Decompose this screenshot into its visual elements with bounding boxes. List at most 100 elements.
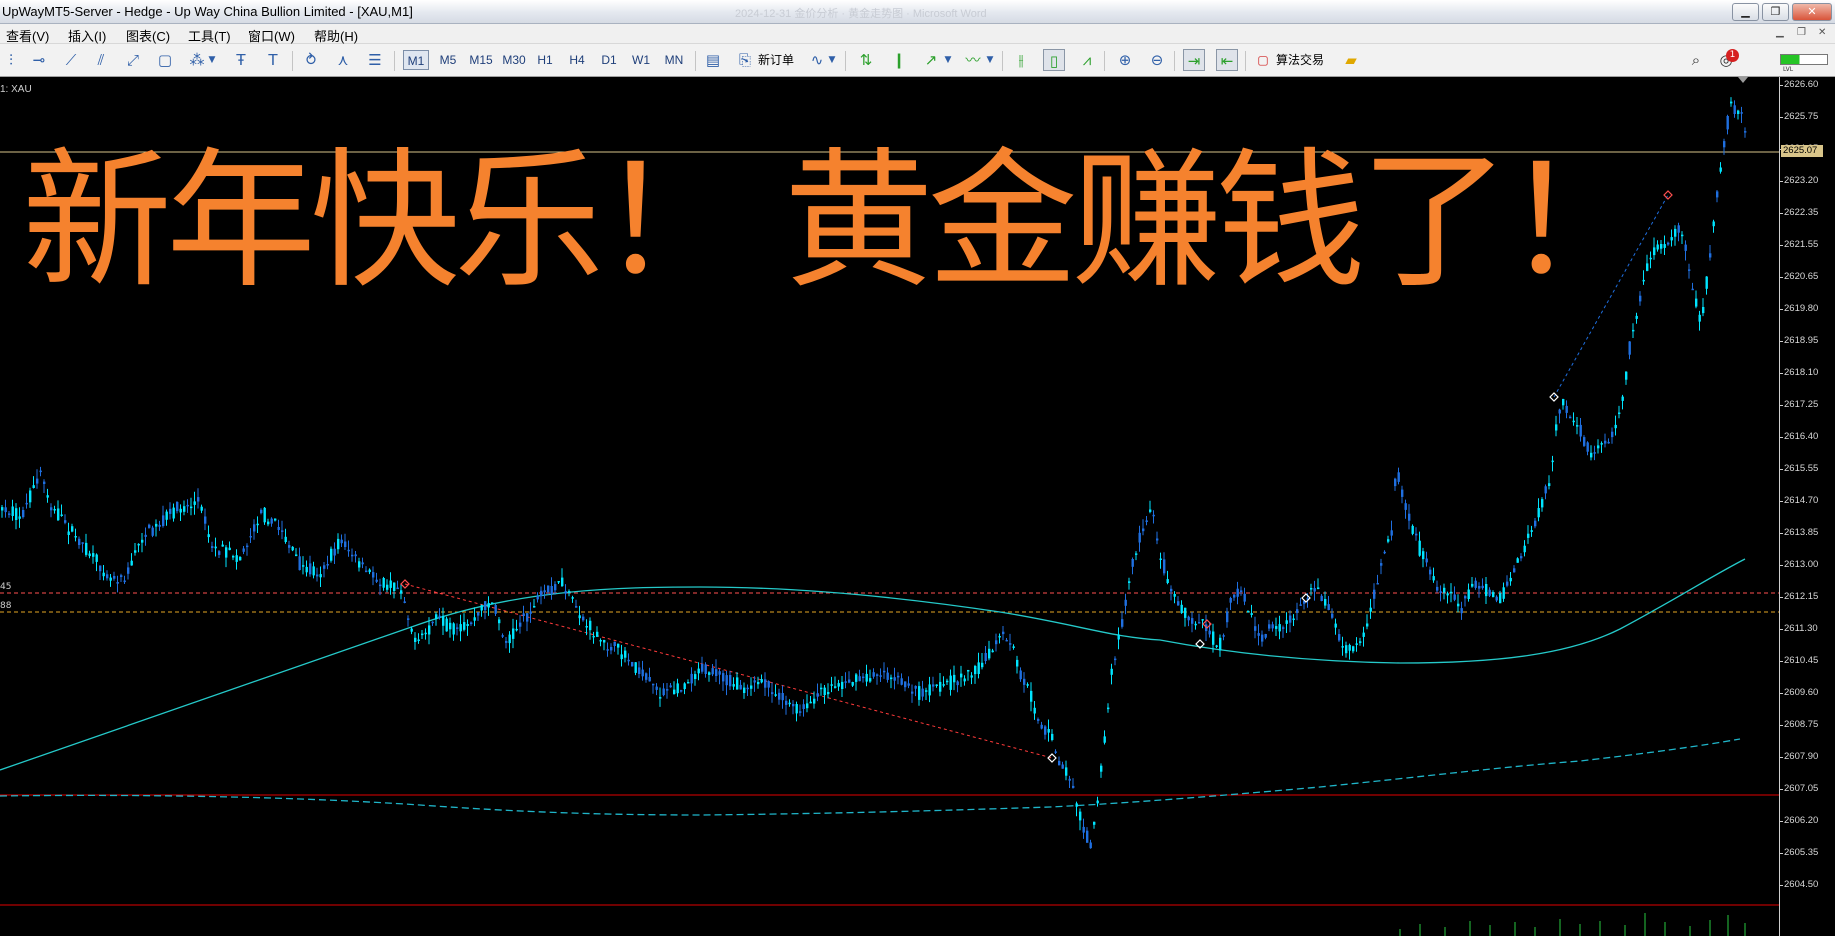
trend-line-icon[interactable]: ⟋ bbox=[60, 49, 82, 71]
candle-body bbox=[767, 681, 770, 688]
candle-body bbox=[99, 565, 102, 572]
candle-body bbox=[1621, 396, 1624, 401]
timeframe-m30[interactable]: M30 bbox=[499, 50, 529, 70]
text-icon[interactable]: Ŧ bbox=[230, 49, 252, 71]
candle-body bbox=[1516, 558, 1519, 563]
candles-icon[interactable]: ❙ bbox=[888, 49, 910, 71]
candle-body bbox=[1117, 634, 1120, 640]
candle-body bbox=[697, 668, 700, 674]
candle-body bbox=[501, 635, 504, 637]
minimize-button[interactable]: ▁ bbox=[1732, 3, 1759, 21]
candle-body bbox=[298, 556, 301, 571]
candle-body bbox=[186, 504, 189, 507]
candle-body bbox=[571, 597, 574, 599]
candle-body bbox=[1142, 528, 1145, 532]
candle-body bbox=[1464, 596, 1467, 599]
chart-shift-marker[interactable] bbox=[1738, 77, 1748, 83]
menu-tools[interactable]: 工具(T) bbox=[188, 26, 231, 45]
timeframe-m5[interactable]: M5 bbox=[435, 50, 461, 70]
candle-body bbox=[1726, 116, 1729, 130]
candle-body bbox=[963, 678, 966, 682]
candle-body bbox=[463, 622, 466, 630]
candle-body bbox=[445, 618, 448, 632]
candle-body bbox=[333, 548, 336, 556]
timeframe-d1[interactable]: D1 bbox=[597, 50, 621, 70]
bar-chart-icon[interactable]: ⫲ bbox=[1010, 49, 1032, 71]
candle-body bbox=[1331, 613, 1334, 618]
price-tick: 2619.80 bbox=[1779, 303, 1819, 314]
vertical-line-icon[interactable]: ⫶ bbox=[0, 49, 22, 71]
candle-body bbox=[694, 674, 697, 679]
menu-charts[interactable]: 图表(C) bbox=[126, 26, 170, 45]
text-label-icon[interactable]: T bbox=[262, 49, 284, 71]
timeframe-h1[interactable]: H1 bbox=[533, 50, 557, 70]
arrow-icon[interactable]: ⥁ bbox=[300, 49, 322, 71]
zoom-out-icon[interactable]: ⊖ bbox=[1146, 49, 1168, 71]
candle-body bbox=[1628, 341, 1631, 355]
maximize-button[interactable]: ❐ bbox=[1762, 3, 1789, 21]
price-scale[interactable]: 2626.602625.752624.052623.202622.352621.… bbox=[1779, 77, 1835, 936]
candle-body bbox=[1184, 607, 1187, 618]
timeframe-mn[interactable]: MN bbox=[660, 50, 688, 70]
dropdown-arrow-icon[interactable]: ▼ bbox=[942, 49, 954, 71]
zoom-in-icon[interactable]: ⊕ bbox=[1114, 49, 1136, 71]
candle-body bbox=[1026, 684, 1029, 686]
channel-icon[interactable]: ⫽ bbox=[90, 49, 112, 71]
candle-body bbox=[1695, 298, 1698, 307]
candle-body bbox=[498, 619, 501, 624]
candle-body bbox=[214, 546, 217, 549]
chart-shift-icon[interactable]: ⇤ bbox=[1216, 49, 1238, 71]
mdi-close-icon[interactable]: ✕ bbox=[1818, 27, 1826, 38]
indicator-icon[interactable]: ∿ bbox=[806, 49, 828, 71]
algo-trading-button[interactable]: 算法交易 bbox=[1276, 50, 1324, 70]
new-order-icon[interactable]: ⎘ bbox=[734, 49, 756, 71]
objects-icon[interactable]: ⁂ bbox=[186, 49, 208, 71]
depth-of-market-icon[interactable]: ▤ bbox=[702, 49, 724, 71]
timeframe-m15[interactable]: M15 bbox=[466, 50, 496, 70]
search-icon[interactable]: ⌕ bbox=[1685, 49, 1707, 71]
dropdown-arrow-icon[interactable]: ▼ bbox=[984, 49, 996, 71]
line-chart-icon[interactable]: ⩘ bbox=[1076, 49, 1098, 71]
new-order-button[interactable]: 新订单 bbox=[758, 50, 794, 70]
candle-body bbox=[120, 575, 123, 577]
mdi-minimize-icon[interactable]: ▁ bbox=[1776, 27, 1784, 38]
candle-body bbox=[1215, 645, 1218, 647]
auto-scroll-icon[interactable]: ⇥ bbox=[1183, 49, 1205, 71]
templates-icon[interactable]: ☰ bbox=[364, 49, 386, 71]
menu-insert[interactable]: 插入(I) bbox=[68, 26, 106, 45]
candle-body bbox=[1236, 588, 1239, 597]
timeframe-m1[interactable]: M1 bbox=[403, 50, 429, 70]
chart-type-icon[interactable]: ↗ bbox=[920, 49, 942, 71]
chart-area[interactable]: 1: XAU 新年快乐！ 黄金赚钱了！ 45 88 2626.60 2625.75… bbox=[0, 77, 1835, 936]
horizontal-line-icon[interactable]: ⊸ bbox=[28, 49, 50, 71]
timeframe-h4[interactable]: H4 bbox=[565, 50, 589, 70]
candle-body bbox=[823, 687, 826, 696]
menu-view[interactable]: 查看(V) bbox=[6, 26, 49, 45]
candle-body bbox=[1495, 596, 1498, 601]
mdi-restore-icon[interactable]: ❐ bbox=[1797, 27, 1806, 38]
fibonacci-icon[interactable]: ⤢ bbox=[122, 49, 144, 71]
candle-body bbox=[1033, 707, 1036, 714]
candle-body bbox=[270, 518, 273, 524]
candlestick-chart-icon[interactable]: ▯ bbox=[1043, 49, 1065, 71]
timeframe-w1[interactable]: W1 bbox=[629, 50, 653, 70]
moving-average-fast bbox=[0, 558, 1746, 771]
dropdown-arrow-icon[interactable]: ▼ bbox=[206, 49, 218, 71]
folder-icon[interactable]: ▰ bbox=[1340, 49, 1362, 71]
line-chart-icon[interactable]: 〰 bbox=[962, 49, 984, 71]
candle-body bbox=[260, 509, 263, 514]
shapes-icon[interactable]: ▢ bbox=[154, 49, 176, 71]
candle-body bbox=[4, 507, 7, 513]
menu-help[interactable]: 帮助(H) bbox=[314, 26, 358, 45]
algo-trading-icon[interactable]: ▢ bbox=[1252, 49, 1274, 71]
menu-window[interactable]: 窗口(W) bbox=[248, 26, 295, 45]
candle-body bbox=[347, 549, 350, 552]
candle-body bbox=[382, 578, 385, 588]
candle-body bbox=[1425, 558, 1428, 563]
dropdown-arrow-icon[interactable]: ▼ bbox=[826, 49, 838, 71]
one-click-trading-icon[interactable]: ⇅ bbox=[855, 49, 877, 71]
close-button[interactable]: ✕ bbox=[1792, 3, 1832, 21]
candle-body bbox=[1551, 460, 1554, 463]
candle-body bbox=[998, 636, 1001, 638]
elliott-icon[interactable]: ⋏ bbox=[332, 49, 354, 71]
